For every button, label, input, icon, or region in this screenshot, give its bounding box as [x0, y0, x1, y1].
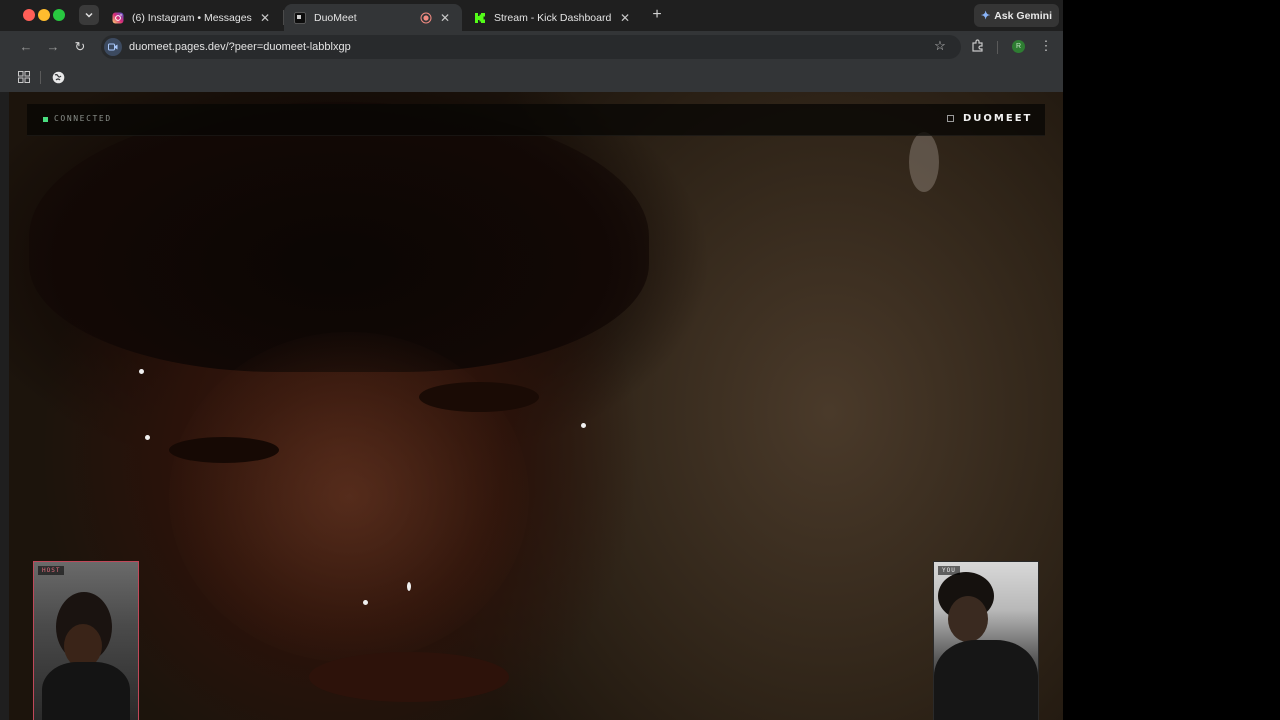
brand-square-icon — [947, 115, 954, 122]
site-info-button[interactable] — [104, 38, 122, 56]
close-icon[interactable]: ✕ — [438, 11, 452, 25]
url-text: duomeet.pages.dev/?peer=duomeet-labblxgp — [129, 41, 351, 53]
close-icon[interactable]: ✕ — [258, 11, 272, 25]
remote-video-highlight — [581, 423, 586, 428]
bookmark-star-icon[interactable]: ☆ — [932, 38, 948, 54]
brand-logo-text: DUOMEET — [963, 113, 1033, 124]
remote-video-highlight — [363, 600, 368, 605]
remote-video-highlight — [139, 369, 144, 374]
ask-gemini-button[interactable]: ✦ Ask Gemini — [974, 4, 1059, 27]
remote-video-highlight — [407, 582, 411, 591]
recording-icon — [420, 12, 432, 23]
self-video-highlight — [948, 596, 988, 642]
window-close-button[interactable] — [23, 9, 35, 21]
globe-icon[interactable] — [52, 71, 65, 84]
gemini-sparkle-icon: ✦ — [981, 10, 991, 22]
self-video-shadow — [934, 640, 1038, 720]
window-minimize-button[interactable] — [38, 9, 50, 21]
duomeet-call-view: CONNECTED DUOMEET HOST YOU — [9, 92, 1063, 720]
tab-instagram[interactable]: (6) Instagram • Messages ✕ — [102, 4, 282, 31]
profile-avatar[interactable]: R — [1012, 40, 1025, 53]
camera-icon — [108, 43, 118, 51]
forward-button[interactable]: → — [44, 38, 62, 56]
tab-strip: (6) Instagram • Messages ✕ DuoMeet ✕ Str… — [0, 0, 1063, 31]
call-status-bar: CONNECTED DUOMEET — [27, 104, 1045, 136]
address-bar[interactable]: duomeet.pages.dev/?peer=duomeet-labblxgp — [101, 35, 961, 59]
new-tab-button[interactable]: + — [648, 6, 666, 24]
host-label: HOST — [38, 566, 65, 575]
tab-title: Stream - Kick Dashboard — [494, 11, 612, 24]
instagram-icon — [112, 12, 124, 23]
toolbar-divider — [997, 41, 998, 54]
ask-gemini-label: Ask Gemini — [994, 9, 1052, 22]
tab-search-button[interactable] — [79, 5, 99, 25]
connection-status-text: CONNECTED — [54, 114, 112, 123]
reload-button[interactable]: ↻ — [71, 38, 89, 56]
remote-video-shadow — [419, 382, 539, 412]
tab-title: DuoMeet — [314, 11, 357, 24]
you-label: YOU — [938, 566, 960, 575]
remote-video-highlight — [145, 435, 150, 440]
host-video-tile[interactable]: HOST — [33, 561, 139, 720]
browser-toolbar: ← → ↻ duomeet.pages.dev/?peer=duomeet-la… — [0, 31, 1063, 63]
self-video-tile[interactable]: YOU — [933, 561, 1039, 720]
bookmarks-bar — [0, 63, 1063, 92]
close-icon[interactable]: ✕ — [618, 11, 632, 25]
tab-kick-dashboard[interactable]: Stream - Kick Dashboard ✕ — [464, 4, 642, 31]
browser-window: (6) Instagram • Messages ✕ DuoMeet ✕ Str… — [0, 0, 1063, 720]
duomeet-favicon — [294, 11, 306, 24]
remote-video-shadow — [169, 437, 279, 463]
remote-video-highlight — [909, 132, 939, 192]
chevron-down-icon — [85, 12, 93, 18]
tab-title: (6) Instagram • Messages — [132, 11, 252, 24]
apps-grid-icon[interactable] — [18, 71, 30, 83]
extensions-puzzle-icon[interactable] — [970, 38, 986, 54]
kick-icon — [475, 12, 485, 23]
bookmarks-divider — [40, 71, 41, 84]
more-menu-icon[interactable]: ⋮ — [1039, 38, 1053, 54]
tab-duomeet[interactable]: DuoMeet ✕ — [284, 4, 462, 31]
host-video-shadow — [42, 662, 130, 720]
remote-video-shadow — [309, 652, 509, 702]
back-button[interactable]: ← — [17, 38, 35, 56]
window-maximize-button[interactable] — [53, 9, 65, 21]
connection-status-dot — [43, 117, 48, 122]
